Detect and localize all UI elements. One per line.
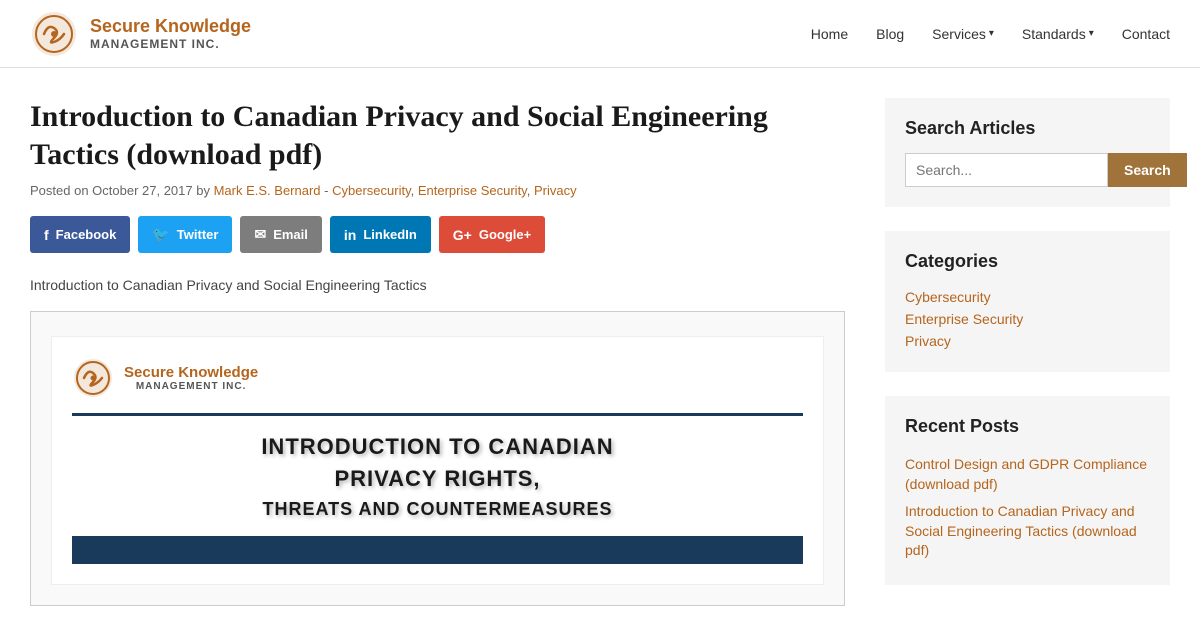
sidebar: Search Articles Search Categories Cybers… [885, 98, 1170, 609]
facebook-icon: f [44, 227, 49, 243]
pdf-inner: Secure Knowledge MANAGEMENT INC. INTRODU… [51, 336, 824, 585]
nav-links: Home Blog Services ▾ Standards ▾ Contact [811, 26, 1170, 42]
twitter-icon: 🐦 [152, 226, 169, 243]
pdf-title-line3: THREATS AND COUNTERMEASURES [72, 499, 803, 520]
categories-title: Categories [905, 251, 1150, 272]
pdf-title-line1: INTRODUCTION TO CANADIAN [72, 434, 803, 460]
navigation: Secure Knowledge MANAGEMENT INC. Home Bl… [0, 0, 1200, 68]
cat-enterprise-link[interactable]: Enterprise Security [418, 183, 527, 198]
pdf-preview-box: Secure Knowledge MANAGEMENT INC. INTRODU… [30, 311, 845, 606]
nav-home[interactable]: Home [811, 26, 848, 42]
search-input[interactable] [905, 153, 1108, 187]
nav-services-dropdown[interactable]: Services ▾ [932, 26, 994, 42]
email-icon: ✉ [254, 226, 266, 243]
share-buttons: f Facebook 🐦 Twitter ✉ Email in LinkedIn… [30, 216, 845, 253]
pdf-title-line2: PRIVACY RIGHTS, [72, 466, 803, 492]
chevron-down-icon: ▾ [1089, 28, 1094, 39]
article-title: Introduction to Canadian Privacy and Soc… [30, 98, 845, 173]
facebook-share-button[interactable]: f Facebook [30, 216, 130, 253]
pdf-bottom-stripe [72, 536, 803, 564]
recent-posts-title: Recent Posts [905, 416, 1150, 437]
pdf-logo-area: Secure Knowledge MANAGEMENT INC. [72, 357, 803, 399]
category-privacy[interactable]: Privacy [905, 330, 1150, 352]
googleplus-icon: G+ [453, 227, 472, 243]
article-intro-text: Introduction to Canadian Privacy and Soc… [30, 277, 845, 293]
chevron-down-icon: ▾ [989, 28, 994, 39]
recent-posts-box: Recent Posts Control Design and GDPR Com… [885, 396, 1170, 585]
page-wrapper: Introduction to Canadian Privacy and Soc… [10, 68, 1190, 639]
nav-standards-dropdown[interactable]: Standards ▾ [1022, 26, 1094, 42]
category-cybersecurity[interactable]: Cybersecurity [905, 286, 1150, 308]
linkedin-icon: in [344, 227, 356, 243]
categories-box: Categories Cybersecurity Enterprise Secu… [885, 231, 1170, 372]
category-enterprise-security[interactable]: Enterprise Security [905, 308, 1150, 330]
cat-cybersecurity-link[interactable]: Cybersecurity [332, 183, 411, 198]
email-share-button[interactable]: ✉ Email [240, 216, 321, 253]
search-articles-title: Search Articles [905, 118, 1150, 139]
nav-contact[interactable]: Contact [1122, 26, 1170, 42]
search-button[interactable]: Search [1108, 153, 1187, 187]
search-row: Search [905, 153, 1150, 187]
logo-name-line1: Secure Knowledge [90, 16, 251, 37]
nav-blog[interactable]: Blog [876, 26, 904, 42]
search-box: Search Articles Search [885, 98, 1170, 207]
linkedin-share-button[interactable]: in LinkedIn [330, 216, 431, 253]
twitter-share-button[interactable]: 🐦 Twitter [138, 216, 232, 253]
pdf-logo-text: Secure Knowledge MANAGEMENT INC. [124, 364, 258, 392]
googleplus-share-button[interactable]: G+ Google+ [439, 216, 545, 253]
logo[interactable]: Secure Knowledge MANAGEMENT INC. [30, 10, 251, 58]
logo-icon [30, 10, 78, 58]
author-link[interactable]: Mark E.S. Bernard [214, 183, 321, 198]
logo-name-line2: MANAGEMENT INC. [90, 37, 251, 51]
pdf-logo-icon [72, 357, 114, 399]
recent-post-1[interactable]: Introduction to Canadian Privacy and Soc… [905, 498, 1150, 565]
cat-privacy-link[interactable]: Privacy [534, 183, 577, 198]
recent-post-0[interactable]: Control Design and GDPR Compliance (down… [905, 451, 1150, 498]
pdf-divider [72, 413, 803, 416]
article-meta: Posted on October 27, 2017 by Mark E.S. … [30, 183, 845, 198]
main-content: Introduction to Canadian Privacy and Soc… [30, 98, 845, 609]
